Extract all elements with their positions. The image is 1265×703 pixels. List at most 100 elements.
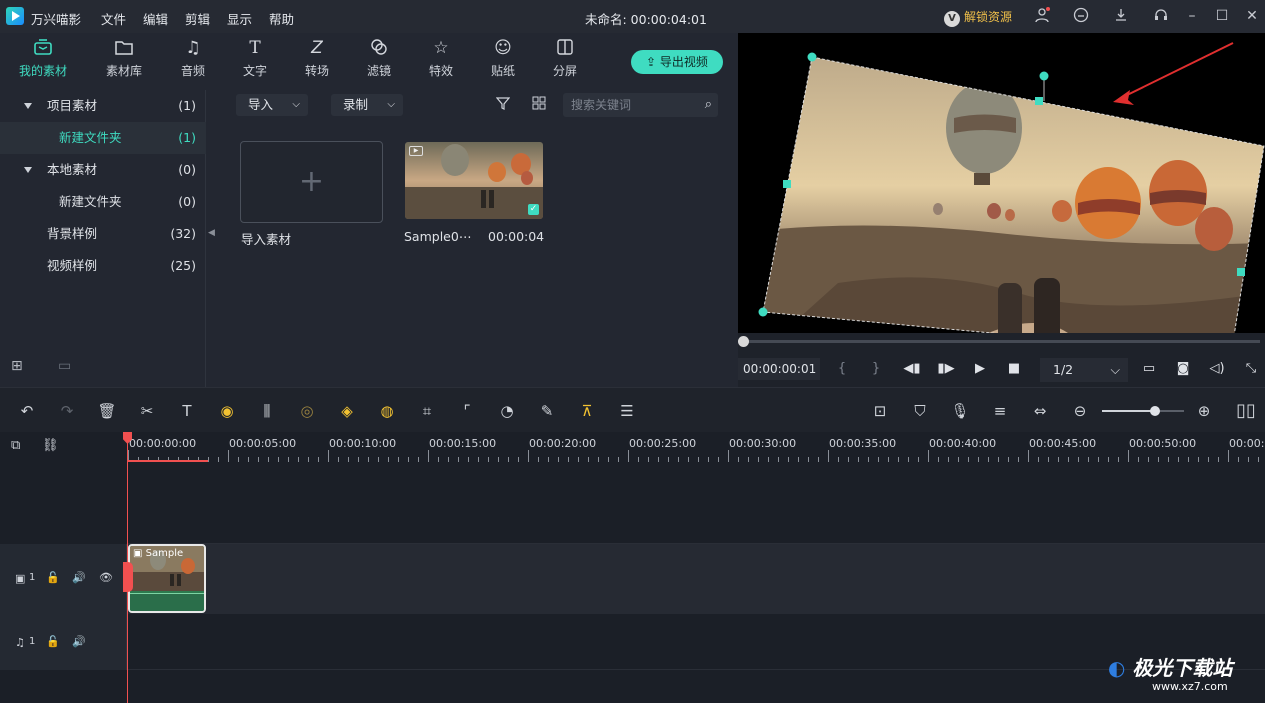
- zoom-slider-knob[interactable]: [1150, 406, 1161, 416]
- text-insert-icon[interactable]: T: [177, 401, 197, 421]
- layout-panels-icon[interactable]: ▯▯: [1236, 401, 1256, 421]
- menu-view[interactable]: 显示: [227, 9, 252, 28]
- zoom-in-icon[interactable]: ⊕: [1194, 401, 1214, 421]
- tab-effects[interactable]: ☆ 特效: [414, 37, 468, 79]
- tab-library[interactable]: 素材库: [97, 37, 151, 79]
- render-preview-icon[interactable]: ⊡: [870, 401, 890, 421]
- preview-quality-select[interactable]: 1/2 ⌵: [1040, 358, 1128, 382]
- music-note-icon: ♫: [185, 38, 201, 58]
- previous-frame-icon[interactable]: ◀▮: [903, 360, 921, 378]
- undo-icon[interactable]: ↶: [17, 401, 37, 421]
- search-input[interactable]: 搜索关键词 ⌕: [563, 93, 718, 117]
- new-folder-icon[interactable]: ⊞: [11, 358, 23, 374]
- microphone-icon[interactable]: 🎙: [950, 401, 970, 421]
- menu-clip[interactable]: 剪辑: [185, 9, 210, 28]
- ruler-tick: [1078, 457, 1079, 462]
- ruler-tick: [1158, 457, 1159, 462]
- folder-outline-icon[interactable]: ▭: [58, 358, 71, 374]
- lock-icon[interactable]: 🔓: [46, 635, 60, 648]
- fullscreen-icon[interactable]: ⤡: [1242, 360, 1260, 378]
- transition-icon: Z: [311, 38, 323, 58]
- shield-marker-icon[interactable]: ⛉: [910, 401, 930, 421]
- zoom-out-icon[interactable]: ⊖: [1070, 401, 1090, 421]
- color-palette-icon[interactable]: ◍: [377, 401, 397, 421]
- keyframe-icon[interactable]: ◈: [337, 401, 357, 421]
- stop-icon[interactable]: ■: [1005, 360, 1023, 378]
- headset-icon[interactable]: [1152, 7, 1170, 25]
- tab-split-screen[interactable]: 分屏: [538, 37, 592, 79]
- ruler-tick: [1068, 457, 1069, 462]
- tab-transition[interactable]: Z 转场: [290, 37, 344, 79]
- next-frame-icon[interactable]: ▮▶: [937, 360, 955, 378]
- snapshot-camera-icon[interactable]: ◙: [1174, 360, 1192, 378]
- edit-toolbar: ↶ ↷ 🗑 ✂ T ◉ ⫼ ◎ ◈ ◍ ⌗ ⌜ ◔ ✎ ⊼ ☰ ⊡ ⛉ 🎙 ≡ …: [0, 387, 1265, 432]
- speed-icon[interactable]: ◔: [497, 401, 517, 421]
- export-video-button[interactable]: ⇪ 导出视频: [631, 50, 723, 74]
- tree-item-new-folder-selected[interactable]: 新建文件夹 (1): [0, 122, 206, 154]
- import-dropdown[interactable]: 导入 ⌵: [236, 94, 308, 116]
- mark-out-icon[interactable]: }: [867, 360, 885, 378]
- timeline-playhead[interactable]: [127, 432, 128, 703]
- menu-file[interactable]: 文件: [101, 9, 126, 28]
- ruler-tick: [1088, 457, 1089, 462]
- playback-scrubber[interactable]: [738, 336, 749, 347]
- filter-funnel-icon[interactable]: [495, 96, 511, 113]
- tree-item-project-media[interactable]: 项目素材 (1): [0, 90, 206, 122]
- lock-icon[interactable]: 🔓: [46, 571, 60, 584]
- media-clip-thumbnail[interactable]: ▶ ✓: [405, 142, 543, 219]
- tree-item-backgrounds[interactable]: 背景样例 (32): [0, 218, 206, 250]
- add-track-icon[interactable]: ⧉: [11, 438, 20, 453]
- volume-icon[interactable]: ◁): [1208, 360, 1226, 378]
- zoom-slider[interactable]: [1102, 406, 1184, 416]
- ruler-tick: [978, 457, 979, 462]
- record-dropdown[interactable]: 录制 ⌵: [331, 94, 403, 116]
- cut-scissors-icon[interactable]: ✂: [137, 401, 157, 421]
- speaker-icon[interactable]: 🔊: [72, 571, 86, 584]
- crop-icon[interactable]: ⌜: [457, 401, 477, 421]
- search-icon[interactable]: ⌕: [705, 93, 712, 117]
- import-media-tile[interactable]: +: [240, 141, 383, 223]
- audio-mixer-icon[interactable]: ≡: [990, 401, 1010, 421]
- delete-icon[interactable]: 🗑: [97, 401, 117, 421]
- audio-split-icon[interactable]: ⫼: [257, 401, 277, 421]
- redo-icon[interactable]: ↷: [57, 401, 77, 421]
- green-screen-icon[interactable]: ⊼: [577, 401, 597, 421]
- close-icon[interactable]: ✕: [1243, 7, 1261, 25]
- tab-filter[interactable]: 滤镜: [352, 37, 406, 79]
- unlock-resources-button[interactable]: V 解锁资源: [944, 8, 1012, 27]
- feedback-icon[interactable]: [1072, 7, 1090, 25]
- tab-text[interactable]: T 文字: [228, 37, 282, 79]
- fit-timeline-icon[interactable]: ⇔: [1030, 401, 1050, 421]
- eye-icon[interactable]: 👁: [99, 571, 113, 584]
- speech-to-text-icon[interactable]: ◎: [297, 401, 317, 421]
- menu-help[interactable]: 帮助: [269, 9, 294, 28]
- speaker-icon[interactable]: 🔊: [72, 635, 86, 648]
- tree-item-new-folder[interactable]: 新建文件夹 (0): [0, 186, 206, 218]
- playback-progress-bar[interactable]: [743, 340, 1260, 343]
- adjust-sliders-icon[interactable]: ☰: [617, 401, 637, 421]
- maximize-icon[interactable]: ☐: [1213, 7, 1231, 25]
- download-icon[interactable]: [1112, 7, 1130, 25]
- timeline-video-clip[interactable]: ▣ Sample: [128, 544, 206, 613]
- tab-audio[interactable]: ♫ 音频: [166, 37, 220, 79]
- eyedropper-icon[interactable]: ✎: [537, 401, 557, 421]
- app-name: 万兴喵影: [31, 12, 82, 27]
- audio-detach-icon[interactable]: ◉: [217, 401, 237, 421]
- video-track[interactable]: [127, 544, 1265, 614]
- display-icon[interactable]: ▭: [1140, 360, 1158, 378]
- mark-in-icon[interactable]: {: [833, 360, 851, 378]
- tab-stickers[interactable]: ☺ 贴纸: [476, 37, 530, 79]
- tab-my-media[interactable]: 我的素材: [16, 37, 70, 79]
- collapse-panel-icon[interactable]: ◀: [208, 228, 215, 238]
- tree-item-local-media[interactable]: 本地素材 (0): [0, 154, 206, 186]
- account-icon[interactable]: [1033, 7, 1051, 25]
- minimize-icon[interactable]: –: [1183, 7, 1201, 25]
- play-icon[interactable]: ▶: [971, 360, 989, 378]
- motion-track-icon[interactable]: ⌗: [417, 401, 437, 421]
- grid-view-icon[interactable]: [532, 96, 546, 113]
- menu-edit[interactable]: 编辑: [143, 9, 168, 28]
- tree-item-video-samples[interactable]: 视频样例 (25): [0, 250, 206, 282]
- link-icon[interactable]: ⛓: [42, 438, 59, 453]
- timeline-ruler[interactable]: ⧉ ⛓ 00:00:00:00 00:00:05:00 00:00:10:00 00:…: [0, 432, 1265, 465]
- audio-track[interactable]: [127, 614, 1265, 670]
